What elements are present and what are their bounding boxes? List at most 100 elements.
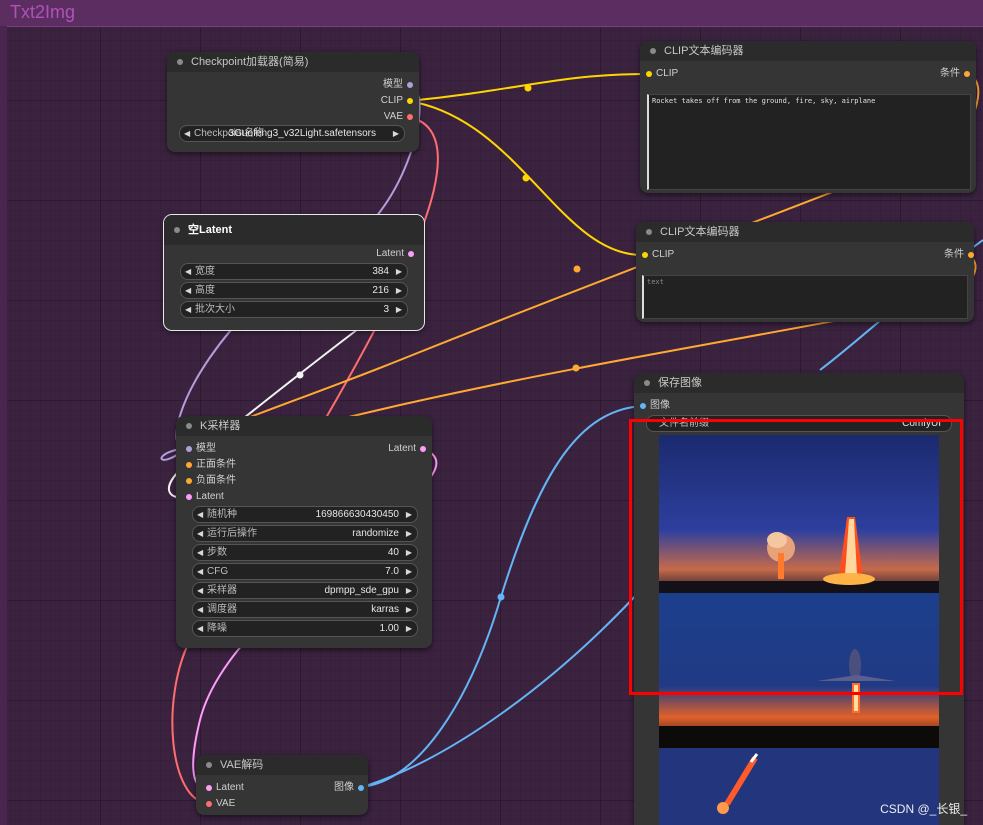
output-model[interactable]: 模型 bbox=[383, 78, 413, 92]
vae-decode-title[interactable]: VAE解码 bbox=[196, 755, 368, 775]
collapse-dot-icon[interactable] bbox=[206, 762, 212, 768]
vae-pin-icon[interactable] bbox=[407, 114, 413, 120]
increment-arrow-icon[interactable]: ▶ bbox=[396, 302, 402, 317]
empty-latent-title[interactable]: 空Latent bbox=[164, 215, 424, 245]
decrement-arrow-icon[interactable]: ◀ bbox=[197, 526, 203, 541]
checkpoint-name-combo[interactable]: ◀ Checkpoint名称 3Guofeng3_v32Light.safete… bbox=[179, 125, 405, 142]
decrement-arrow-icon[interactable]: ◀ bbox=[197, 602, 203, 617]
widget-label: 采样器 bbox=[207, 585, 237, 596]
clip-encode-positive-title[interactable]: CLIP文本编码器 bbox=[640, 41, 976, 61]
decrement-arrow-icon[interactable]: ◀ bbox=[185, 302, 191, 317]
height-number-widget[interactable]: ◀ 高度 216 ▶ bbox=[180, 282, 408, 299]
collapse-dot-icon[interactable] bbox=[646, 229, 652, 235]
widget-value: 384 bbox=[372, 266, 389, 277]
slot-label: 正面条件 bbox=[196, 459, 236, 470]
image-pin-icon[interactable] bbox=[358, 785, 364, 791]
output-vae[interactable]: VAE bbox=[384, 110, 413, 124]
checkpoint-loader-node[interactable]: Checkpoint加载器(简易) 模型 CLIP VAE ◀ Checkpoi… bbox=[167, 52, 419, 152]
decrement-arrow-icon[interactable]: ◀ bbox=[185, 283, 191, 298]
model-pin-icon[interactable] bbox=[407, 82, 413, 88]
latent-pin-icon[interactable] bbox=[408, 251, 414, 257]
collapse-dot-icon[interactable] bbox=[644, 380, 650, 386]
increment-arrow-icon[interactable]: ▶ bbox=[406, 526, 412, 541]
widget-label: 随机种 bbox=[207, 509, 237, 520]
output-latent[interactable]: Latent bbox=[388, 442, 426, 456]
decrement-arrow-icon[interactable]: ◀ bbox=[197, 583, 203, 598]
increment-arrow-icon[interactable]: ▶ bbox=[396, 264, 402, 279]
input-latent[interactable]: Latent bbox=[186, 490, 224, 504]
clip-encode-negative-node[interactable]: CLIP文本编码器 CLIP 条件 text bbox=[636, 222, 974, 322]
decrement-arrow-icon[interactable]: ◀ bbox=[185, 264, 191, 279]
latent-pin-icon[interactable] bbox=[206, 785, 212, 791]
empty-latent-node[interactable]: 空Latent Latent ◀ 宽度 384 ▶ ◀ 高度 216 ▶ ◀ 批… bbox=[163, 214, 425, 331]
widget-value: 1.00 bbox=[379, 623, 399, 634]
ksampler-node[interactable]: K采样器 模型 正面条件 负面条件 Latent Latent ◀ 随机种 16… bbox=[176, 416, 432, 648]
input-model[interactable]: 模型 bbox=[186, 442, 216, 456]
collapse-dot-icon[interactable] bbox=[650, 48, 656, 54]
decrement-arrow-icon[interactable]: ◀ bbox=[184, 126, 190, 141]
slot-label: 负面条件 bbox=[196, 475, 236, 486]
collapse-dot-icon[interactable] bbox=[186, 423, 192, 429]
scheduler-widget[interactable]: ◀ 调度器 karras ▶ bbox=[192, 601, 418, 618]
clip-pin-icon[interactable] bbox=[646, 71, 652, 77]
cfg-widget[interactable]: ◀ CFG 7.0 ▶ bbox=[192, 563, 418, 580]
clip-pin-icon[interactable] bbox=[407, 98, 413, 104]
prompt-textarea[interactable]: Rocket takes off from the ground, fire, … bbox=[647, 94, 971, 190]
seed-widget[interactable]: ◀ 随机种 169866630430450 ▶ bbox=[192, 506, 418, 523]
model-pin-icon[interactable] bbox=[186, 446, 192, 452]
latent-pin-icon[interactable] bbox=[186, 494, 192, 500]
save-image-title[interactable]: 保存图像 bbox=[634, 373, 964, 393]
sampler-name-widget[interactable]: ◀ 采样器 dpmpp_sde_gpu ▶ bbox=[192, 582, 418, 599]
vae-pin-icon[interactable] bbox=[206, 801, 212, 807]
increment-arrow-icon[interactable]: ▶ bbox=[393, 126, 399, 141]
input-positive[interactable]: 正面条件 bbox=[186, 458, 236, 472]
output-image[interactable]: 图像 bbox=[334, 781, 364, 795]
increment-arrow-icon[interactable]: ▶ bbox=[406, 602, 412, 617]
increment-arrow-icon[interactable]: ▶ bbox=[406, 583, 412, 598]
decrement-arrow-icon[interactable]: ◀ bbox=[197, 564, 203, 579]
decrement-arrow-icon[interactable]: ◀ bbox=[197, 545, 203, 560]
input-samples[interactable]: Latent bbox=[206, 781, 244, 795]
output-conditioning[interactable]: 条件 bbox=[944, 248, 974, 262]
clip-encode-negative-title[interactable]: CLIP文本编码器 bbox=[636, 222, 974, 242]
input-images[interactable]: 图像 bbox=[640, 399, 670, 413]
width-number-widget[interactable]: ◀ 宽度 384 ▶ bbox=[180, 263, 408, 280]
latent-pin-icon[interactable] bbox=[420, 446, 426, 452]
increment-arrow-icon[interactable]: ▶ bbox=[396, 283, 402, 298]
checkpoint-loader-title[interactable]: Checkpoint加载器(简易) bbox=[167, 52, 419, 72]
input-clip[interactable]: CLIP bbox=[642, 248, 674, 262]
output-conditioning[interactable]: 条件 bbox=[940, 67, 970, 81]
conditioning-pin-icon[interactable] bbox=[964, 71, 970, 77]
increment-arrow-icon[interactable]: ▶ bbox=[406, 564, 412, 579]
increment-arrow-icon[interactable]: ▶ bbox=[406, 545, 412, 560]
negative-prompt-textarea[interactable]: text bbox=[642, 275, 968, 319]
increment-arrow-icon[interactable]: ▶ bbox=[406, 507, 412, 522]
clip-pin-icon[interactable] bbox=[642, 252, 648, 258]
collapse-dot-icon[interactable] bbox=[177, 59, 183, 65]
input-clip[interactable]: CLIP bbox=[646, 67, 679, 81]
conditioning-pin-icon[interactable] bbox=[186, 478, 192, 484]
input-negative[interactable]: 负面条件 bbox=[186, 474, 236, 488]
conditioning-pin-icon[interactable] bbox=[186, 462, 192, 468]
vae-decode-node[interactable]: VAE解码 Latent VAE 图像 bbox=[196, 755, 368, 815]
output-latent[interactable]: Latent bbox=[376, 247, 414, 261]
highlight-box bbox=[629, 419, 963, 695]
increment-arrow-icon[interactable]: ▶ bbox=[406, 621, 412, 636]
clip-encode-positive-node[interactable]: CLIP文本编码器 CLIP 条件 Rocket takes off from … bbox=[640, 41, 976, 193]
decrement-arrow-icon[interactable]: ◀ bbox=[197, 621, 203, 636]
steps-widget[interactable]: ◀ 步数 40 ▶ bbox=[192, 544, 418, 561]
conditioning-pin-icon[interactable] bbox=[968, 252, 974, 258]
slot-label: CLIP bbox=[656, 68, 679, 79]
control-after-generate-widget[interactable]: ◀ 运行后操作 randomize ▶ bbox=[192, 525, 418, 542]
widget-label: 批次大小 bbox=[195, 304, 235, 315]
placeholder-text: text bbox=[647, 278, 664, 286]
ksampler-title[interactable]: K采样器 bbox=[176, 416, 432, 436]
input-vae[interactable]: VAE bbox=[206, 797, 235, 811]
output-clip[interactable]: CLIP bbox=[381, 94, 413, 108]
decrement-arrow-icon[interactable]: ◀ bbox=[197, 507, 203, 522]
image-pin-icon[interactable] bbox=[640, 403, 646, 409]
batch-size-number-widget[interactable]: ◀ 批次大小 3 ▶ bbox=[180, 301, 408, 318]
slot-label: 条件 bbox=[940, 68, 960, 79]
denoise-widget[interactable]: ◀ 降噪 1.00 ▶ bbox=[192, 620, 418, 637]
collapse-dot-icon[interactable] bbox=[174, 227, 180, 233]
